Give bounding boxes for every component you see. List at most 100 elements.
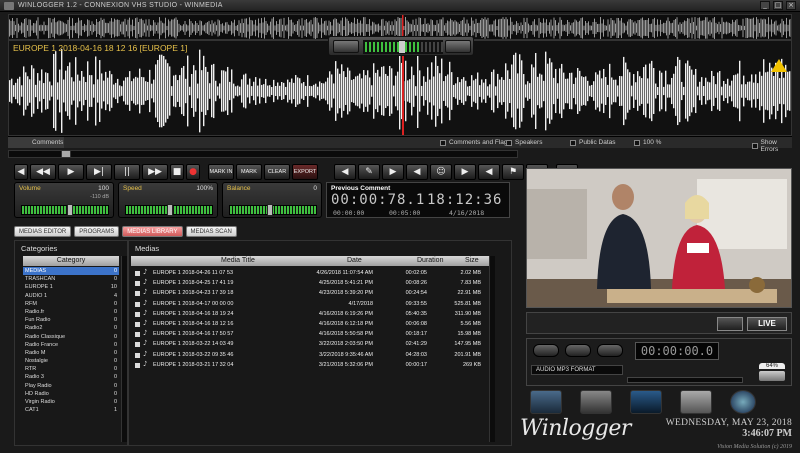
column-media-title[interactable]: Media Title bbox=[221, 257, 255, 264]
table-row[interactable]: ♪ EUROPE 1 2018-03-22 14 03 49 3/22/2018 2… bbox=[133, 339, 489, 350]
row-checkbox[interactable] bbox=[135, 332, 140, 338]
column-date[interactable]: Date bbox=[347, 257, 362, 264]
rewind-button[interactable]: ◀◀ bbox=[30, 164, 56, 180]
speaker-right-icon[interactable]: ▶ bbox=[454, 164, 476, 180]
recording-format[interactable]: AUDIO MP3 FORMAT bbox=[531, 365, 623, 375]
row-checkbox[interactable] bbox=[135, 271, 140, 276]
live-button[interactable]: LIVE bbox=[747, 317, 787, 331]
table-row[interactable]: ♪ EUROPE 1 2018-03-22 09 35 46 3/22/2018 9… bbox=[133, 350, 489, 361]
row-checkbox[interactable] bbox=[135, 342, 140, 348]
volume-slider-thumb[interactable] bbox=[67, 204, 74, 216]
video-wall-icon[interactable] bbox=[530, 390, 562, 414]
category-item[interactable]: AUDIO 1 4 bbox=[23, 292, 119, 300]
record-button[interactable]: ● bbox=[186, 164, 200, 180]
settings-icon[interactable] bbox=[680, 390, 712, 414]
next-marker-icon[interactable]: ▶ bbox=[382, 164, 404, 180]
category-item[interactable]: MEDIAS 0 bbox=[23, 267, 119, 276]
category-item[interactable]: RTR 0 bbox=[23, 365, 119, 373]
close-button[interactable]: × bbox=[786, 1, 796, 10]
volume-slider[interactable] bbox=[21, 204, 109, 216]
globe-icon[interactable] bbox=[730, 390, 756, 414]
zoom-selector[interactable]: 100 % bbox=[634, 139, 661, 146]
row-checkbox[interactable] bbox=[135, 291, 140, 297]
fast-forward-button[interactable]: ▶▶ bbox=[142, 164, 168, 180]
stop-button[interactable]: ■ bbox=[170, 164, 184, 180]
table-row[interactable]: ♪ EUROPE 1 2018-04-25 17 41 19 4/25/2018 5… bbox=[133, 278, 489, 289]
category-column-header[interactable]: Category bbox=[23, 256, 119, 266]
mini-mixer-right-button[interactable] bbox=[445, 40, 471, 53]
category-item[interactable]: Radio 3 0 bbox=[23, 373, 119, 381]
monitor-icon[interactable] bbox=[630, 390, 662, 414]
category-item[interactable]: Nostalgie 0 bbox=[23, 357, 119, 365]
balance-slider-thumb[interactable] bbox=[266, 204, 273, 216]
camera-icon[interactable] bbox=[717, 317, 743, 331]
speed-slider-thumb[interactable] bbox=[167, 204, 173, 216]
row-checkbox[interactable] bbox=[135, 362, 140, 368]
category-item[interactable]: Radio France 0 bbox=[23, 341, 119, 349]
previous-button[interactable]: ◀ bbox=[14, 164, 28, 180]
seek-bar[interactable] bbox=[8, 150, 518, 158]
category-item[interactable]: TRASHCAN 0 bbox=[23, 275, 119, 283]
table-row[interactable]: ♪ EUROPE 1 2018-03-21 17 32 04 3/21/2018 5… bbox=[133, 360, 489, 371]
prev-marker-icon[interactable]: ◀ bbox=[334, 164, 356, 180]
play-button[interactable]: ▶ bbox=[58, 164, 84, 180]
category-item[interactable]: Radio M 0 bbox=[23, 349, 119, 357]
video-preview[interactable] bbox=[526, 168, 792, 308]
table-row[interactable]: ♪ EUROPE 1 2018-04-17 00 00 00 4/17/2018 09… bbox=[133, 299, 489, 310]
balance-slider[interactable] bbox=[229, 204, 317, 216]
table-row[interactable]: ♪ EUROPE 1 2018-04-26 11 07 53 4/26/2018 1… bbox=[133, 268, 489, 279]
table-row[interactable]: ♪ EUROPE 1 2018-04-16 18 19 24 4/16/2018 6… bbox=[133, 309, 489, 320]
tab-programs[interactable]: PROGRAMS bbox=[74, 226, 120, 237]
row-checkbox[interactable] bbox=[135, 301, 140, 307]
category-item[interactable]: HD Radio 0 bbox=[23, 390, 119, 398]
table-row[interactable]: ♪ EUROPE 1 2018-04-23 17 39 18 4/23/2018 5… bbox=[133, 288, 489, 299]
row-checkbox[interactable] bbox=[135, 352, 140, 358]
tab-medias-library[interactable]: MEDIAS LIBRARY bbox=[122, 226, 183, 237]
comments-and-flags-checkbox[interactable]: Comments and Flags bbox=[440, 139, 511, 146]
column-duration[interactable]: Duration bbox=[417, 257, 443, 264]
clear-button[interactable]: CLEAR bbox=[264, 164, 290, 180]
recorder-refresh-icon[interactable] bbox=[597, 344, 623, 357]
pause-button[interactable]: || bbox=[114, 164, 140, 180]
tab-medias-scan[interactable]: MEDIAS SCAN bbox=[185, 226, 237, 237]
category-item[interactable]: Radio2 0 bbox=[23, 324, 119, 332]
mark-in-button[interactable]: MARK IN bbox=[208, 164, 234, 180]
minimize-button[interactable]: _ bbox=[760, 1, 770, 10]
tab-medias-editor[interactable]: MEDIAS EDITOR bbox=[14, 226, 72, 237]
show-errors-checkbox[interactable]: Show Errors bbox=[752, 139, 792, 153]
comments-tab[interactable]: Comments bbox=[8, 137, 64, 148]
table-row[interactable]: ♪ EUROPE 1 2018-04-16 17 50 57 4/16/2018 5… bbox=[133, 329, 489, 340]
medias-scrollbar[interactable] bbox=[489, 256, 495, 442]
warning-triangle-icon[interactable] bbox=[771, 59, 787, 72]
microphone-icon[interactable] bbox=[580, 390, 612, 414]
mark-out-button[interactable]: MARK OUT bbox=[236, 164, 262, 189]
speaker-left-icon[interactable]: ◀ bbox=[406, 164, 428, 180]
flag-left-icon[interactable]: ◀ bbox=[478, 164, 500, 180]
mini-mixer-left-button[interactable] bbox=[333, 40, 359, 53]
category-item[interactable]: EUROPE 1 10 bbox=[23, 283, 119, 291]
speed-slider[interactable] bbox=[125, 204, 213, 216]
row-checkbox[interactable] bbox=[135, 322, 140, 327]
categories-scrollbar[interactable] bbox=[121, 256, 127, 442]
export-button[interactable]: EXPORT bbox=[292, 164, 318, 180]
category-item[interactable]: Radio Classique 0 bbox=[23, 333, 119, 341]
category-item[interactable]: Fun Radio 0 bbox=[23, 316, 119, 324]
flag-icon[interactable]: ⚑ bbox=[502, 164, 524, 180]
category-item[interactable]: Virgin Radio 0 bbox=[23, 398, 119, 406]
play-next-button[interactable]: ▶| bbox=[86, 164, 112, 180]
speakers-checkbox[interactable]: Speakers bbox=[506, 139, 542, 146]
maximize-button[interactable]: □ bbox=[773, 1, 783, 10]
table-row[interactable]: ♪ EUROPE 1 2018-04-16 18 12 16 4/16/2018 6… bbox=[133, 319, 489, 330]
column-size[interactable]: Size bbox=[465, 257, 479, 264]
public-datas-checkbox[interactable]: Public Datas bbox=[570, 139, 616, 146]
row-checkbox[interactable] bbox=[135, 281, 140, 287]
recorder-record-button[interactable] bbox=[533, 344, 559, 357]
category-item[interactable]: CAT1 1 bbox=[23, 406, 119, 414]
category-item[interactable]: Play Radio 0 bbox=[23, 382, 119, 390]
pencil-icon[interactable]: ✎ bbox=[358, 164, 380, 180]
category-item[interactable]: RFM 0 bbox=[23, 300, 119, 308]
category-item[interactable]: Radio.fr 0 bbox=[23, 308, 119, 316]
recorder-stop-button[interactable] bbox=[565, 344, 591, 357]
speaker-icon[interactable]: ☺ bbox=[430, 164, 452, 180]
row-checkbox[interactable] bbox=[135, 311, 140, 317]
